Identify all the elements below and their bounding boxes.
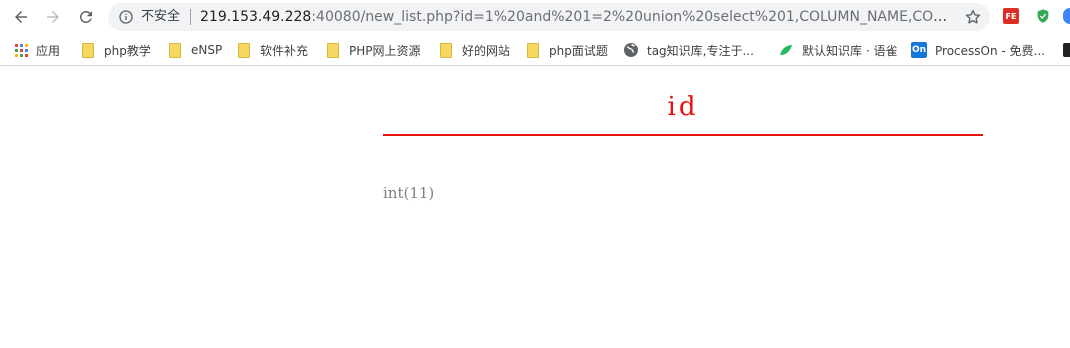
bookmark-label: 好的网站 [462, 43, 511, 58]
bookmark-label: tag知识库,专注于... [647, 43, 754, 58]
bookmark-processon[interactable]: On ProcessOn - 免费... [911, 41, 1045, 59]
bookmark-folder-good-sites[interactable]: 好的网站 [438, 41, 510, 59]
info-icon[interactable] [118, 9, 134, 25]
bookmark-label: 应用 [36, 43, 61, 58]
bookmark-folder-php-teaching[interactable]: php教学 [80, 41, 151, 59]
bookmark-overflow[interactable] [1063, 41, 1070, 59]
bookmark-label: PHP网上资源 [349, 43, 421, 58]
shield-extension-icon[interactable] [1035, 8, 1051, 24]
folder-icon [82, 42, 94, 58]
omnibox-divider [190, 9, 191, 25]
processon-icon: On [911, 42, 927, 58]
folder-icon [238, 42, 250, 58]
processon-badge: On [911, 45, 927, 55]
yuque-icon [780, 45, 792, 55]
reload-icon [79, 10, 92, 23]
arrow-right-icon [47, 11, 59, 23]
apps-grid-icon [15, 43, 28, 57]
bookmark-folder-ensp[interactable]: eNSP [167, 41, 222, 59]
column-type-text: int(11) [383, 184, 435, 202]
folder-icon [327, 42, 339, 58]
url-path: :40080/new_list.php?id=1%20and%201=2%20u… [311, 9, 952, 25]
forward-button[interactable] [41, 5, 65, 29]
bookmark-label: eNSP [191, 43, 223, 57]
url-text[interactable]: 219.153.49.228:40080/new_list.php?id=1%2… [200, 8, 952, 26]
folder-icon [169, 42, 181, 58]
page-content: id int(11) [0, 67, 1070, 348]
security-label[interactable]: 不安全 [141, 9, 180, 25]
folder-icon [527, 42, 539, 58]
browser-toolbar: 不安全 219.153.49.228:40080/new_list.php?id… [0, 0, 1070, 34]
reload-button[interactable] [74, 5, 98, 29]
bookmark-label: 默认知识库 · 语雀 [802, 43, 898, 58]
address-bar[interactable]: 不安全 219.153.49.228:40080/new_list.php?id… [108, 3, 990, 31]
bookmark-partial-icon [1063, 43, 1070, 57]
bookmark-label: ProcessOn - 免费... [935, 43, 1045, 58]
extension-icon[interactable] [1063, 8, 1070, 24]
column-name-heading: id [667, 92, 699, 122]
bookmark-folder-software[interactable]: 软件补充 [236, 41, 308, 59]
shield-icon [1037, 9, 1049, 23]
bookmark-tag-knowledge[interactable]: tag知识库,专注于... [623, 41, 754, 59]
bookmark-label: php教学 [104, 43, 151, 58]
arrow-left-icon [15, 11, 27, 23]
globe-icon [624, 43, 638, 57]
folder-icon [440, 42, 452, 58]
bookmark-folder-php-resources[interactable]: PHP网上资源 [325, 41, 421, 59]
bookmark-label: 软件补充 [260, 43, 309, 58]
heading-divider [383, 134, 983, 136]
bookmark-apps[interactable]: 应用 [15, 41, 60, 59]
bookmarks-bar: 应用 php教学 eNSP 软件补充 PHP网上资源 好的网站 php面试题 t… [0, 34, 1070, 66]
bookmark-label: php面试题 [549, 43, 608, 58]
back-button[interactable] [9, 5, 33, 29]
fe-extension-icon[interactable]: FE [1003, 8, 1019, 24]
url-host: 219.153.49.228 [200, 9, 312, 25]
bookmark-yuque[interactable]: 默认知识库 · 语雀 [778, 41, 897, 59]
bookmark-folder-php-interview[interactable]: php面试题 [525, 41, 608, 59]
fe-extension-label: FE [1005, 11, 1017, 21]
star-icon[interactable] [964, 8, 982, 26]
